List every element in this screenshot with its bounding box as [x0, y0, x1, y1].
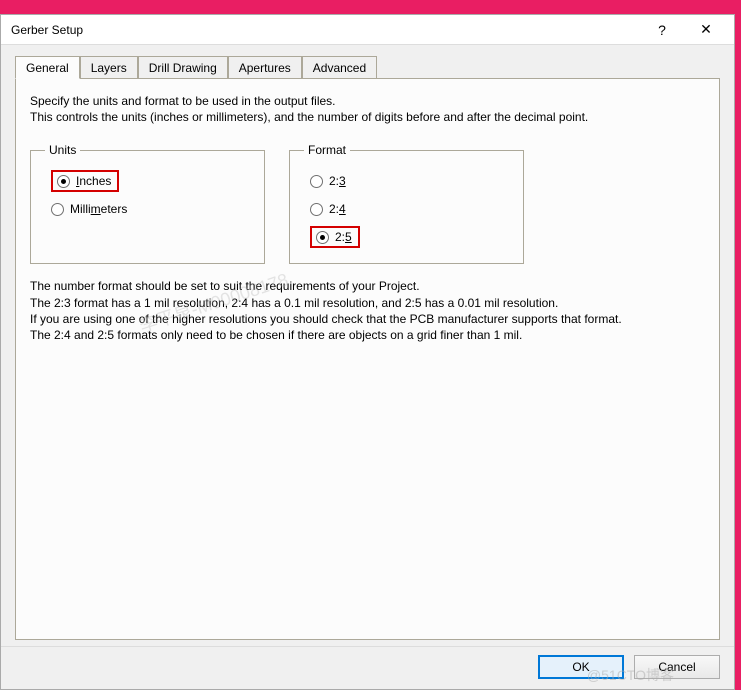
radio-label: 2:3 — [329, 174, 346, 188]
dialog-window: Gerber Setup ? ✕ General Layers Drill Dr… — [0, 14, 735, 690]
radio-icon — [57, 175, 70, 188]
content-area: General Layers Drill Drawing Apertures A… — [1, 45, 734, 646]
units-radio-millimeters[interactable]: Millimeters — [45, 195, 250, 223]
ok-button[interactable]: OK — [538, 655, 624, 679]
tab-advanced[interactable]: Advanced — [302, 56, 377, 79]
window-title: Gerber Setup — [11, 23, 640, 37]
units-group: Units Inches Millimeters — [30, 143, 265, 264]
dialog-button-row: OK Cancel — [1, 646, 734, 689]
format-group: Format 2:3 2:4 2:5 — [289, 143, 524, 264]
help-button[interactable]: ? — [640, 16, 684, 44]
tab-layers[interactable]: Layers — [80, 56, 138, 79]
intro-line: Specify the units and format to be used … — [30, 94, 336, 108]
intro-text: Specify the units and format to be used … — [30, 93, 705, 125]
tab-general[interactable]: General — [15, 56, 80, 79]
radio-icon — [310, 175, 323, 188]
intro-line: This controls the units (inches or milli… — [30, 110, 588, 124]
tab-apertures[interactable]: Apertures — [228, 56, 302, 79]
notes-line: The number format should be set to suit … — [30, 279, 420, 293]
format-radio-2-4[interactable]: 2:4 — [304, 195, 509, 223]
radio-label: Inches — [76, 174, 111, 188]
radio-icon — [310, 203, 323, 216]
titlebar: Gerber Setup ? ✕ — [1, 15, 734, 45]
close-button[interactable]: ✕ — [684, 16, 728, 44]
radio-label: 2:4 — [329, 202, 346, 216]
radio-icon — [51, 203, 64, 216]
radio-icon — [316, 231, 329, 244]
radio-label: Millimeters — [70, 202, 127, 216]
notes-text: The number format should be set to suit … — [30, 278, 630, 343]
radio-label: 2:5 — [335, 230, 352, 244]
format-radio-2-5[interactable]: 2:5 — [304, 223, 509, 251]
format-legend: Format — [304, 143, 350, 157]
units-radio-inches[interactable]: Inches — [45, 167, 250, 195]
cancel-button[interactable]: Cancel — [634, 655, 720, 679]
notes-line: The 2:3 format has a 1 mil resolution, 2… — [30, 296, 558, 310]
tab-strip: General Layers Drill Drawing Apertures A… — [15, 55, 720, 78]
notes-line: The 2:4 and 2:5 formats only need to be … — [30, 328, 522, 342]
notes-line: If you are using one of the higher resol… — [30, 312, 622, 326]
units-legend: Units — [45, 143, 80, 157]
tab-panel-general: 李平泉-M00008178 李平泉-M00008178 Specify the … — [15, 78, 720, 640]
watermark-text: 李平泉-M00008178 — [396, 631, 552, 640]
tab-drill-drawing[interactable]: Drill Drawing — [138, 56, 228, 79]
format-radio-2-3[interactable]: 2:3 — [304, 167, 509, 195]
